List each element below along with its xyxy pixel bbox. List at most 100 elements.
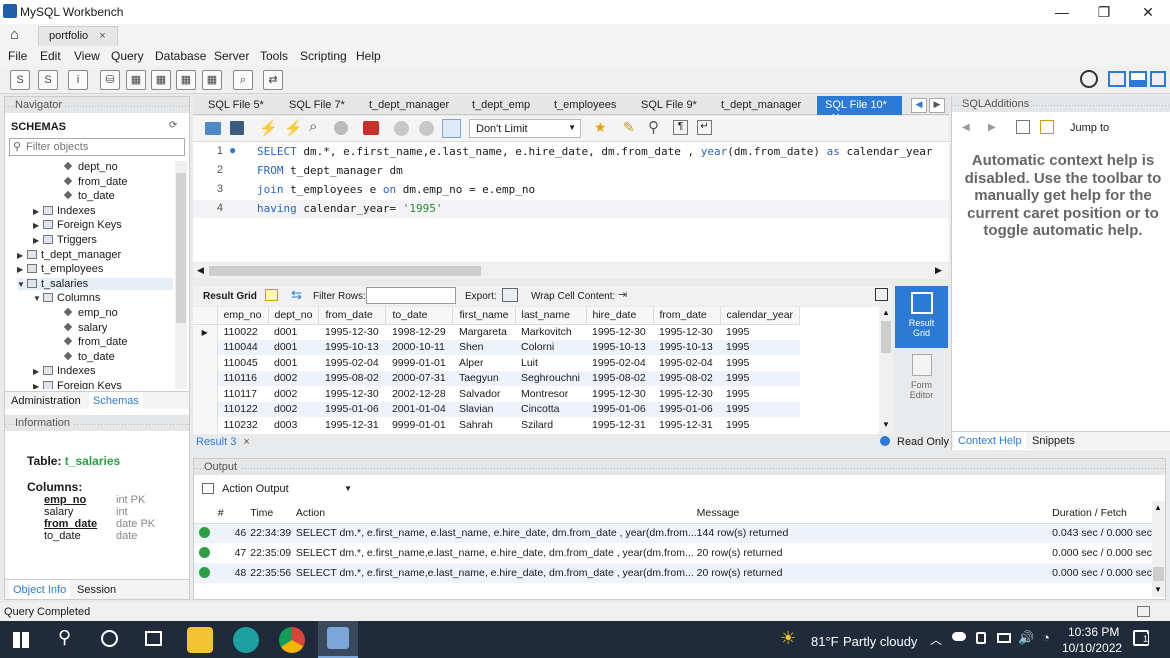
grid-cell[interactable]: d001 (268, 339, 319, 355)
grid-cell[interactable]: Slavian (452, 401, 515, 417)
menu-scripting[interactable]: Scripting (300, 49, 347, 63)
restore-button[interactable]: ❐ (1082, 0, 1126, 24)
scroll-down-icon[interactable]: ▼ (882, 420, 890, 429)
create-function-icon[interactable]: ▦ (202, 70, 222, 90)
grid-cell[interactable]: d001 (268, 355, 319, 371)
copy-output-icon[interactable] (202, 483, 214, 494)
tree-node[interactable]: ▶ Foreign Keys (33, 219, 122, 231)
find-icon[interactable]: ⚲ (648, 118, 659, 136)
tree-node[interactable]: to_date (63, 190, 115, 202)
tab-sql-file-7[interactable]: SQL File 7* (289, 99, 345, 111)
tab-session[interactable]: Session (77, 584, 116, 596)
expand-right-icon[interactable]: ▶ (33, 382, 43, 389)
expand-down-icon[interactable]: ▼ (17, 280, 27, 289)
tab-t-dept-emp[interactable]: t_dept_emp (472, 99, 530, 111)
grid-column-header[interactable]: calendar_year (720, 307, 801, 325)
grid-cell[interactable]: 110022 (217, 324, 268, 340)
menu-edit[interactable]: Edit (40, 49, 61, 63)
tree-node[interactable]: ▶ Triggers (33, 234, 97, 246)
expand-down-icon[interactable]: ▼ (33, 294, 43, 303)
grid-cell[interactable]: Cincotta (515, 401, 586, 417)
save-icon[interactable] (230, 121, 244, 135)
grid-cell[interactable]: 1995-02-04 (319, 355, 386, 371)
grid-cell[interactable]: Montresor (515, 386, 586, 402)
grid-column-header[interactable]: emp_no (217, 307, 269, 325)
scroll-down-icon[interactable]: ▼ (1154, 585, 1162, 594)
result-3-tab[interactable]: Result 3 × (196, 436, 250, 448)
grid-cell[interactable]: 1995-12-31 (586, 417, 653, 433)
result-grid-label[interactable]: Result Grid (203, 291, 257, 302)
grid-cell[interactable]: 110117 (217, 386, 268, 402)
battery-icon[interactable] (997, 633, 1011, 643)
row-selector[interactable] (193, 339, 218, 355)
output-scrollbar[interactable]: ▲ ▼ (1152, 501, 1165, 597)
grid-cell[interactable]: 1995-12-31 (319, 417, 386, 433)
close-button[interactable]: ✕ (1126, 0, 1170, 24)
add-snippet-icon[interactable]: ★ (594, 119, 607, 136)
expand-right-icon[interactable]: ▶ (17, 265, 27, 274)
grid-cell[interactable]: Alper (453, 355, 515, 371)
grid-cell[interactable]: 1998-12-29 (386, 324, 453, 340)
grid-cell[interactable]: 1995-08-02 (318, 370, 386, 386)
grid-cell[interactable]: Szilard (515, 417, 586, 433)
tree-node[interactable]: dept_no (63, 161, 118, 173)
create-view-icon[interactable]: ▦ (151, 70, 171, 90)
open-file-icon[interactable] (205, 122, 221, 135)
tree-node[interactable]: ▼ Columns (33, 292, 100, 304)
grid-cell[interactable]: 1995 (720, 355, 800, 371)
output-row[interactable]: 47 22:35:09 SELECT dm.*, e.first_name,e.la… (194, 543, 1152, 563)
grid-cell[interactable]: 1995-02-04 (653, 355, 720, 371)
grid-cell[interactable]: d001 (268, 324, 319, 340)
grid-column-header[interactable]: hire_date (586, 307, 654, 325)
scroll-thumb[interactable] (209, 266, 481, 276)
grid-cell[interactable]: 1995 (720, 401, 800, 417)
rollback-icon[interactable] (419, 121, 434, 136)
grid-cell[interactable]: 1995-12-30 (586, 386, 653, 402)
create-schema-icon[interactable]: ⛁ (100, 70, 120, 90)
jump-to-label[interactable]: Jump to (1070, 122, 1109, 134)
grid-cell[interactable]: 1995 (720, 370, 800, 386)
grid-cell[interactable]: Sahrah (453, 417, 515, 433)
notification-count[interactable]: 1 (1143, 634, 1149, 644)
side-form-editor-button[interactable]: Form Editor (895, 352, 948, 402)
grid-column-header[interactable]: dept_no (268, 307, 320, 325)
grid-cell[interactable]: 1995-01-06 (653, 401, 720, 417)
refresh-icon[interactable]: ⇆ (291, 287, 302, 303)
grid-cell[interactable]: 110122 (217, 401, 268, 417)
expand-right-icon[interactable]: ▶ (17, 251, 27, 260)
create-procedure-icon[interactable]: ▦ (176, 70, 196, 90)
status-icon[interactable] (1137, 606, 1150, 617)
tab-schemas[interactable]: Schemas (89, 392, 143, 409)
grid-cell[interactable]: 1995-01-06 (318, 401, 386, 417)
search-icon[interactable]: ⚲ (58, 627, 71, 648)
row-selector[interactable] (193, 386, 218, 402)
tree-node[interactable]: ▼ t_salaries (17, 277, 173, 290)
minimize-button[interactable]: — (1040, 0, 1084, 24)
wifi-icon[interactable]: ◔ (1042, 630, 1050, 645)
connection-tab-close-icon[interactable]: × (99, 30, 105, 42)
open-sql-script-icon[interactable]: S (38, 70, 58, 90)
toggle-error-icon[interactable] (363, 121, 379, 135)
tree-node[interactable]: to_date (63, 351, 115, 363)
grid-column-header[interactable]: to_date (385, 307, 454, 325)
search-table-data-icon[interactable]: ⌕ (233, 70, 253, 90)
output-row[interactable]: 48 22:35:56 SELECT dm.*, e.first_name,e.la… (194, 563, 1152, 583)
grid-cell[interactable]: Margareta (453, 324, 515, 340)
home-icon[interactable]: ⌂ (10, 26, 19, 43)
sql-editor[interactable]: 1 ● 2 3 4 SELECT dm.*, e.first_name,e.la… (193, 142, 949, 262)
toggle-panel-icon[interactable] (875, 288, 888, 301)
menu-help[interactable]: Help (356, 49, 381, 63)
row-selector[interactable] (193, 417, 218, 433)
grid-cell[interactable]: 1995-12-31 (653, 417, 720, 433)
scroll-right-icon[interactable]: ▶ (935, 265, 942, 276)
grid-cell[interactable]: Colorni (515, 339, 586, 355)
expand-right-icon[interactable]: ▶ (33, 221, 43, 230)
grid-cell[interactable]: 110044 (217, 339, 268, 355)
stop-icon[interactable] (334, 121, 348, 135)
back-icon[interactable]: ◀ (962, 122, 970, 133)
filter-objects-field[interactable]: ⚲ (9, 138, 185, 156)
expand-right-icon[interactable]: ▶ (33, 367, 43, 376)
scroll-up-icon[interactable]: ▲ (882, 308, 890, 317)
weather-temp[interactable]: 81°F (811, 634, 839, 649)
toggle-secondary-sidebar-icon[interactable] (1150, 71, 1166, 87)
